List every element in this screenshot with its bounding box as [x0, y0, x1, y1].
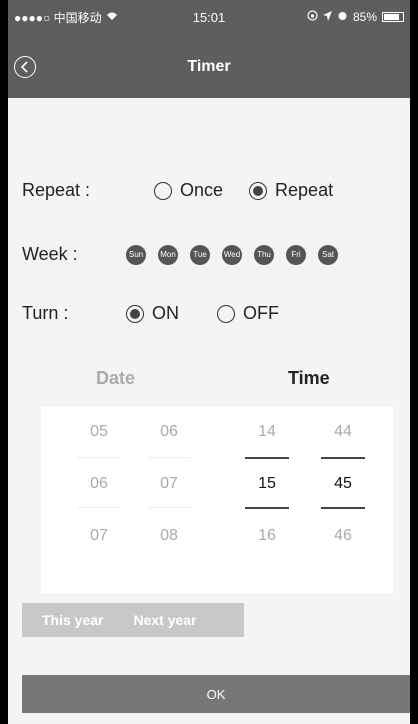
turn-label: Turn : [22, 303, 69, 323]
year-selector: This year Next year [22, 603, 244, 637]
picker-item: 14 [258, 423, 276, 440]
status-bar: ●●●●○ 中国移动 15:01 85% [8, 0, 410, 34]
location-icon [322, 10, 332, 24]
on-radio[interactable]: ON [126, 303, 179, 324]
radio-unchecked-icon [154, 181, 172, 200]
day-thu-button[interactable]: Thu [254, 244, 274, 265]
radio-checked-icon [126, 304, 144, 323]
picker-item: 06 [160, 423, 178, 440]
battery-icon [382, 12, 404, 22]
picker-item: 07 [160, 475, 178, 492]
app-screen: ●●●●○ 中国移动 15:01 85% Timer Repeat: Once… [8, 0, 410, 724]
picker-item: 44 [334, 423, 352, 440]
this-year-button[interactable]: This year [22, 612, 111, 628]
timer-content: Repeat : Once Repeat Week : Sun Mon Tue … [8, 98, 410, 724]
once-label: Once [180, 180, 224, 200]
page-title: Timer [187, 58, 231, 75]
radio-unchecked-icon [217, 304, 235, 323]
picker-item: 06 [90, 475, 108, 492]
off-label: OFF [243, 303, 279, 323]
day-sat-button[interactable]: Sat [318, 244, 338, 265]
alarm-icon [337, 10, 348, 24]
picker-item: 16 [258, 527, 276, 544]
day-sun-button[interactable]: Sun [126, 244, 146, 265]
week-row: Week : Sun Mon Tue Wed Thu Fri Sat [22, 244, 338, 265]
picker-item-selected: 15 [258, 475, 276, 492]
on-label: ON [152, 303, 179, 323]
tab-time[interactable]: Time [288, 368, 330, 389]
day-fri-button[interactable]: Fri [286, 244, 306, 265]
tab-date[interactable]: Date [96, 368, 135, 389]
radio-checked-icon [249, 181, 268, 200]
lock-rotation-icon [307, 10, 318, 24]
hour-column[interactable]: 14 15 16 [243, 407, 291, 593]
repeat-radio[interactable]: Repeat [249, 180, 333, 201]
picker-item-selected: 45 [334, 475, 352, 492]
nav-bar: Timer [8, 34, 410, 98]
next-year-button[interactable]: Next year [111, 612, 204, 628]
repeat-row: Repeat : Once Repeat [22, 180, 333, 201]
picker-item: 46 [334, 527, 352, 544]
time-picker: 05 06 07 06 07 08 14 15 16 44 45 46 [41, 407, 393, 593]
repeat-label: Repeat : [22, 180, 91, 200]
repeat-option-label: Repeat [275, 180, 334, 200]
status-right: 85% [307, 10, 404, 24]
minute-column[interactable]: 44 45 46 [319, 407, 367, 593]
picker-item: 05 [90, 423, 108, 440]
battery-percent: 85% [352, 10, 377, 24]
day-wed-button[interactable]: Wed [222, 244, 242, 265]
once-radio[interactable]: Once [154, 180, 223, 201]
day-mon-button[interactable]: Mon [158, 244, 178, 265]
date-column-1[interactable]: 05 06 07 [75, 407, 123, 593]
turn-row: Turn : ON OFF [22, 303, 279, 324]
day-tue-button[interactable]: Tue [190, 244, 210, 265]
off-radio[interactable]: OFF [217, 303, 279, 324]
picker-item: 08 [160, 527, 178, 544]
date-column-2[interactable]: 06 07 08 [145, 407, 193, 593]
week-label: Week : [22, 244, 78, 264]
ok-button[interactable]: OK [22, 675, 410, 713]
picker-item: 07 [90, 527, 108, 544]
